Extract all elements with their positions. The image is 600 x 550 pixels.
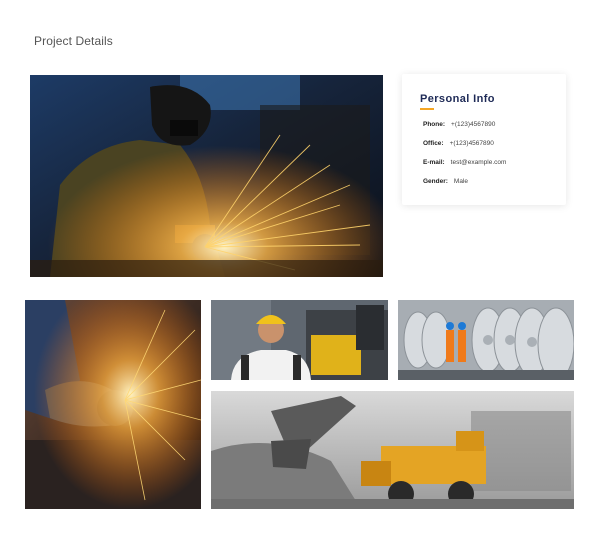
info-row-email: E-mail: test@example.com [423,153,506,172]
angle-grinder-sparks-image [25,300,201,509]
mining-truck-excavator-photo[interactable] [211,391,574,509]
info-key: Phone: [423,121,446,128]
steel-coils-workers-photo[interactable] [398,300,574,380]
title-accent-underline [420,108,434,110]
personal-info-title: Personal Info [420,93,495,105]
info-row-phone: Phone: +(123)4567890 [423,115,506,134]
phone-value[interactable]: +(123)4567890 [451,121,495,128]
gender-value: Male [453,178,469,185]
steel-coils-workers-image [398,300,574,380]
angle-grinder-sparks-photo[interactable] [25,300,201,509]
page-title: Project Details [34,34,113,48]
welder-grinding-sparks-photo[interactable] [30,75,383,277]
info-key: Office: [423,140,444,147]
info-key: Gender: [423,178,448,185]
info-row-gender: Gender: Male [423,172,506,191]
info-row-office: Office: +(123)4567890 [423,134,506,153]
personal-info-card: Personal Info Phone: +(123)4567890 Offic… [402,74,566,205]
mining-truck-excavator-image [211,391,574,509]
smiling-worker-hardhat-image [211,300,388,380]
office-value[interactable]: +(123)4567890 [450,140,494,147]
welder-grinding-sparks-image [30,75,383,277]
email-value[interactable]: test@example.com [451,159,507,166]
info-key: E-mail: [423,159,445,166]
smiling-worker-hardhat-photo[interactable] [211,300,388,380]
